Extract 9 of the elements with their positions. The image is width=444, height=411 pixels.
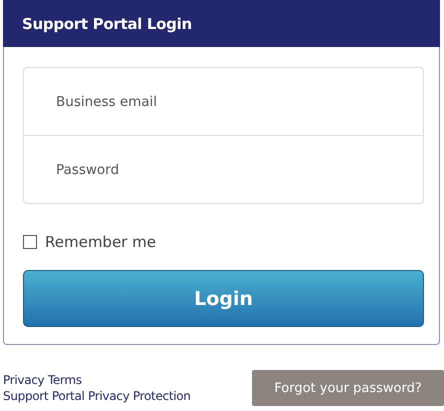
- footer-link[interactable]: Privacy Terms: [3, 373, 191, 387]
- card-header: Support Portal Login: [3, 0, 440, 47]
- email-input[interactable]: Business email: [24, 68, 423, 135]
- remember-label: Remember me: [45, 233, 156, 251]
- login-button[interactable]: Login: [23, 270, 424, 327]
- forgot-password-button[interactable]: Forgot your password?: [252, 370, 444, 406]
- remember-checkbox[interactable]: [23, 235, 37, 249]
- password-input[interactable]: Password: [24, 136, 423, 203]
- footer-link[interactable]: Support Portal Privacy Protection: [3, 389, 191, 403]
